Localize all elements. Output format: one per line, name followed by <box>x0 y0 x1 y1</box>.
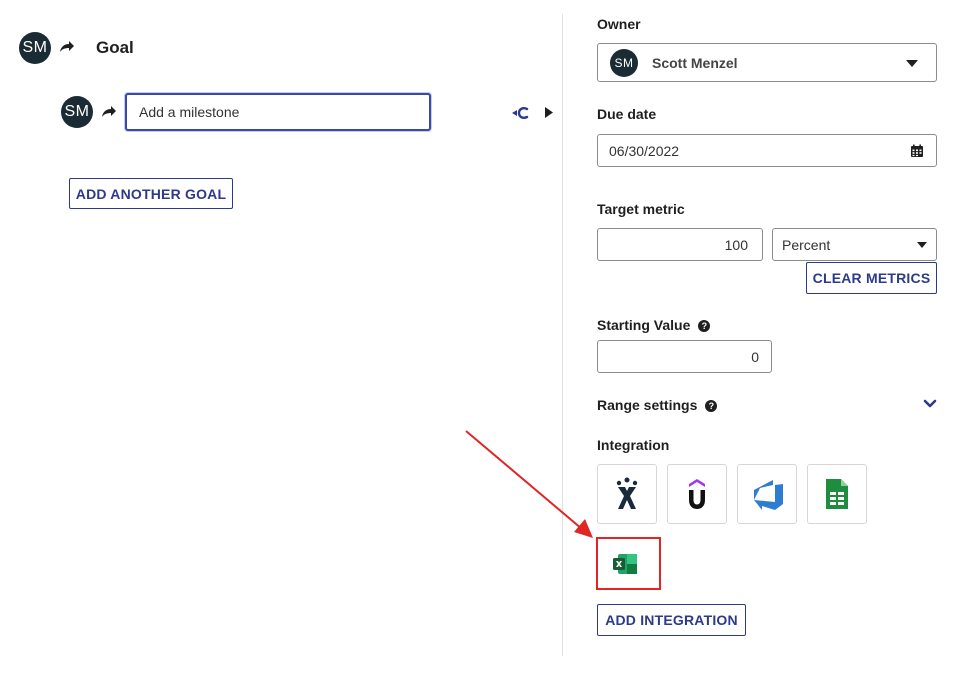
integration-google-sheets[interactable] <box>807 464 867 524</box>
owner-name: Scott Menzel <box>652 54 738 71</box>
chevron-down-icon[interactable] <box>923 399 937 409</box>
integration-label: Integration <box>597 437 670 453</box>
target-metric-label: Target metric <box>597 201 685 217</box>
jira-icon <box>616 477 638 509</box>
range-settings-label-row: Range settings? <box>597 397 718 413</box>
calendar-icon[interactable] <box>910 144 924 158</box>
milestone-owner-avatar[interactable]: SM <box>61 96 93 128</box>
goal-title: Goal <box>96 38 134 57</box>
owner-select[interactable]: SM Scott Menzel <box>597 43 937 82</box>
starting-value: 0 <box>751 348 759 365</box>
starting-value-input[interactable]: 0 <box>597 340 772 373</box>
target-unit-value: Percent <box>782 236 831 253</box>
target-value-input[interactable]: 100 <box>597 228 763 261</box>
integration-udemy[interactable] <box>667 464 727 524</box>
owner-label: Owner <box>597 16 641 32</box>
due-date-label: Due date <box>597 106 657 122</box>
integration-azure-devops[interactable] <box>737 464 797 524</box>
target-unit-select[interactable]: Percent <box>772 228 937 261</box>
starting-value-label-row: Starting Value? <box>597 317 711 333</box>
add-integration-button[interactable]: ADD INTEGRATION <box>597 604 746 636</box>
play-icon[interactable] <box>544 106 554 119</box>
due-date-value: 06/30/2022 <box>609 142 680 159</box>
starting-value-label: Starting Value <box>597 317 691 333</box>
target-value: 100 <box>724 236 748 253</box>
share-icon[interactable] <box>59 40 75 54</box>
range-settings-label: Range settings <box>597 397 698 413</box>
milestone-share-icon[interactable] <box>101 105 117 119</box>
goal-owner-avatar[interactable]: SM <box>19 32 51 64</box>
chevron-down-icon <box>917 242 927 248</box>
milestone-input[interactable] <box>125 93 431 131</box>
help-icon[interactable]: ? <box>698 320 711 332</box>
udemy-icon <box>689 479 705 509</box>
clear-metrics-button[interactable]: CLEAR METRICS <box>806 262 937 294</box>
due-date-field[interactable]: 06/30/2022 <box>597 134 937 167</box>
collapse-panel-icon[interactable] <box>511 106 529 120</box>
help-icon[interactable]: ? <box>705 400 718 412</box>
integration-jira[interactable] <box>597 464 657 524</box>
owner-avatar: SM <box>610 48 638 77</box>
annotation-arrow <box>465 430 593 538</box>
azure-devops-icon <box>754 480 783 510</box>
google-sheets-icon <box>826 479 848 509</box>
excel-icon <box>613 554 637 574</box>
panel-divider <box>562 14 563 656</box>
chevron-down-icon <box>906 60 918 67</box>
add-another-goal-button[interactable]: ADD ANOTHER GOAL <box>69 178 233 209</box>
integration-excel[interactable] <box>612 553 638 575</box>
